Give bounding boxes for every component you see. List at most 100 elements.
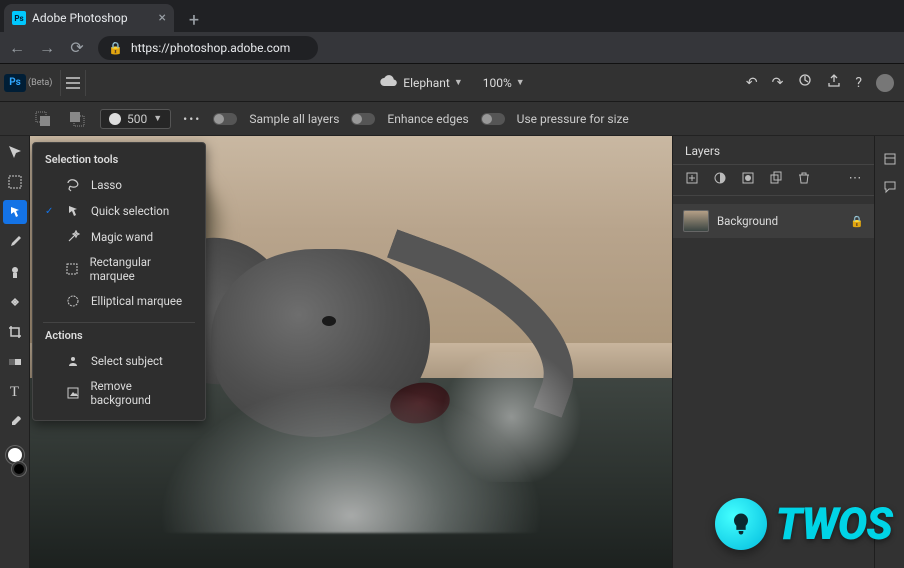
filename-dropdown[interactable]: Elephant ▼	[403, 76, 462, 90]
layer-row-background[interactable]: Background 🔒	[673, 204, 874, 238]
watermark-text: TWOS	[775, 498, 892, 550]
back-button[interactable]: ←	[8, 38, 26, 58]
close-tab-icon[interactable]: ×	[159, 10, 166, 26]
ps-logo-box: Ps	[4, 74, 26, 92]
layer-options-button[interactable]: ⋯	[846, 171, 864, 189]
tab-title: Adobe Photoshop	[32, 11, 128, 25]
browser-tab[interactable]: Ps Adobe Photoshop ×	[4, 4, 174, 32]
mode-subtract-icon[interactable]	[66, 108, 88, 130]
remove-background-action[interactable]: Remove background	[33, 374, 205, 412]
comments-panel-button[interactable]	[883, 180, 897, 198]
enhance-edges-toggle[interactable]	[351, 113, 375, 125]
quick-selection-item[interactable]: ✓ Quick selection	[33, 198, 205, 224]
watermark-bulb-icon	[715, 498, 767, 550]
cloud-share-button[interactable]	[797, 74, 813, 92]
options-bar: 500 ▼ ••• Sample all layers Enhance edge…	[0, 102, 904, 136]
sample-all-layers-label: Sample all layers	[249, 112, 339, 126]
watermark-overlay: TWOS	[715, 498, 892, 550]
layer-thumbnail	[683, 210, 709, 232]
lasso-tool-item[interactable]: Lasso	[33, 172, 205, 198]
duplicate-layer-button[interactable]	[767, 171, 785, 189]
ellipse-marquee-icon	[65, 293, 81, 309]
more-options-button[interactable]: •••	[183, 112, 201, 126]
layers-toolbar: ⋯	[673, 164, 874, 196]
remove-bg-icon	[65, 385, 81, 401]
ellipse-marquee-item[interactable]: Elliptical marquee	[33, 288, 205, 314]
lock-icon: 🔒	[108, 41, 123, 55]
check-icon: ✓	[45, 206, 55, 217]
magic-wand-item[interactable]: Magic wand	[33, 224, 205, 250]
action-label: Remove background	[90, 379, 193, 407]
type-tool[interactable]: T	[3, 380, 27, 404]
tool-label: Elliptical marquee	[91, 294, 182, 308]
app-logo[interactable]: Ps	[0, 64, 30, 102]
beta-label: (Beta)	[28, 78, 52, 88]
select-subject-action[interactable]: Select subject	[33, 348, 205, 374]
clone-tool[interactable]	[3, 260, 27, 284]
brush-preview-dot	[109, 113, 121, 125]
lock-icon[interactable]: 🔒	[850, 215, 864, 228]
move-tool[interactable]	[3, 140, 27, 164]
forward-button[interactable]: →	[38, 38, 56, 58]
rect-marquee-icon	[64, 261, 79, 277]
reload-button[interactable]: ⟳	[68, 38, 86, 57]
select-subject-icon	[65, 353, 81, 369]
quick-selection-tool[interactable]	[3, 200, 27, 224]
cloud-icon	[379, 75, 397, 90]
crop-tool[interactable]	[3, 320, 27, 344]
mode-add-icon[interactable]	[32, 108, 54, 130]
tool-label: Rectangular marquee	[90, 255, 193, 283]
filename-text: Elephant	[403, 76, 450, 90]
url-text: https://photoshop.adobe.com	[131, 41, 290, 55]
popup-section-header: Actions	[33, 329, 205, 348]
selection-tools-popup: Selection tools Lasso ✓ Quick selection …	[32, 142, 206, 421]
mask-button[interactable]	[739, 171, 757, 189]
use-pressure-toggle[interactable]	[481, 113, 505, 125]
help-button[interactable]: ?	[855, 75, 862, 91]
rect-marquee-tool[interactable]	[3, 170, 27, 194]
layers-panel-title: Layers	[673, 136, 874, 160]
rect-marquee-item[interactable]: Rectangular marquee	[33, 250, 205, 288]
redo-button[interactable]: ↷	[772, 75, 784, 91]
canvas[interactable]: Selection tools Lasso ✓ Quick selection …	[30, 136, 672, 568]
magic-wand-icon	[65, 229, 81, 245]
background-color-swatch[interactable]	[12, 462, 26, 476]
chevron-down-icon: ▼	[516, 77, 525, 88]
gradient-tool[interactable]	[3, 350, 27, 374]
layer-name: Background	[717, 214, 778, 228]
brush-size-value: 500	[127, 112, 147, 126]
brush-tool[interactable]	[3, 230, 27, 254]
hamburger-menu-button[interactable]	[60, 70, 86, 96]
left-toolbar: T	[0, 136, 30, 568]
eyedropper-tool[interactable]	[3, 410, 27, 434]
export-button[interactable]	[827, 74, 841, 92]
browser-address-bar: ← → ⟳ 🔒 https://photoshop.adobe.com	[0, 32, 904, 64]
tool-label: Magic wand	[91, 230, 153, 244]
brush-size-picker[interactable]: 500 ▼	[100, 109, 171, 129]
add-layer-button[interactable]	[683, 171, 701, 189]
zoom-dropdown[interactable]: 100% ▼	[483, 76, 525, 90]
header-actions: ↶ ↷ ?	[746, 74, 904, 92]
browser-tab-bar: Ps Adobe Photoshop × +	[0, 0, 904, 32]
chevron-down-icon: ▼	[153, 113, 162, 124]
enhance-edges-label: Enhance edges	[387, 112, 468, 126]
delete-layer-button[interactable]	[795, 171, 813, 189]
use-pressure-label: Use pressure for size	[517, 112, 629, 126]
quick-select-icon	[65, 203, 81, 219]
properties-panel-button[interactable]	[883, 152, 897, 170]
url-box[interactable]: 🔒 https://photoshop.adobe.com	[98, 36, 318, 60]
popup-section-header: Selection tools	[33, 153, 205, 172]
adjustment-layer-button[interactable]	[711, 171, 729, 189]
healing-tool[interactable]	[3, 290, 27, 314]
action-label: Select subject	[91, 354, 163, 368]
sample-all-layers-toggle[interactable]	[213, 113, 237, 125]
zoom-value: 100%	[483, 76, 512, 90]
lasso-icon	[65, 177, 81, 193]
undo-button[interactable]: ↶	[746, 75, 758, 91]
new-tab-button[interactable]: +	[182, 8, 206, 32]
user-avatar[interactable]	[876, 74, 894, 92]
document-title-area: Elephant ▼ 100% ▼	[379, 75, 524, 90]
popup-divider	[43, 322, 195, 323]
tab-favicon: Ps	[12, 11, 26, 25]
tool-label: Quick selection	[91, 204, 169, 218]
